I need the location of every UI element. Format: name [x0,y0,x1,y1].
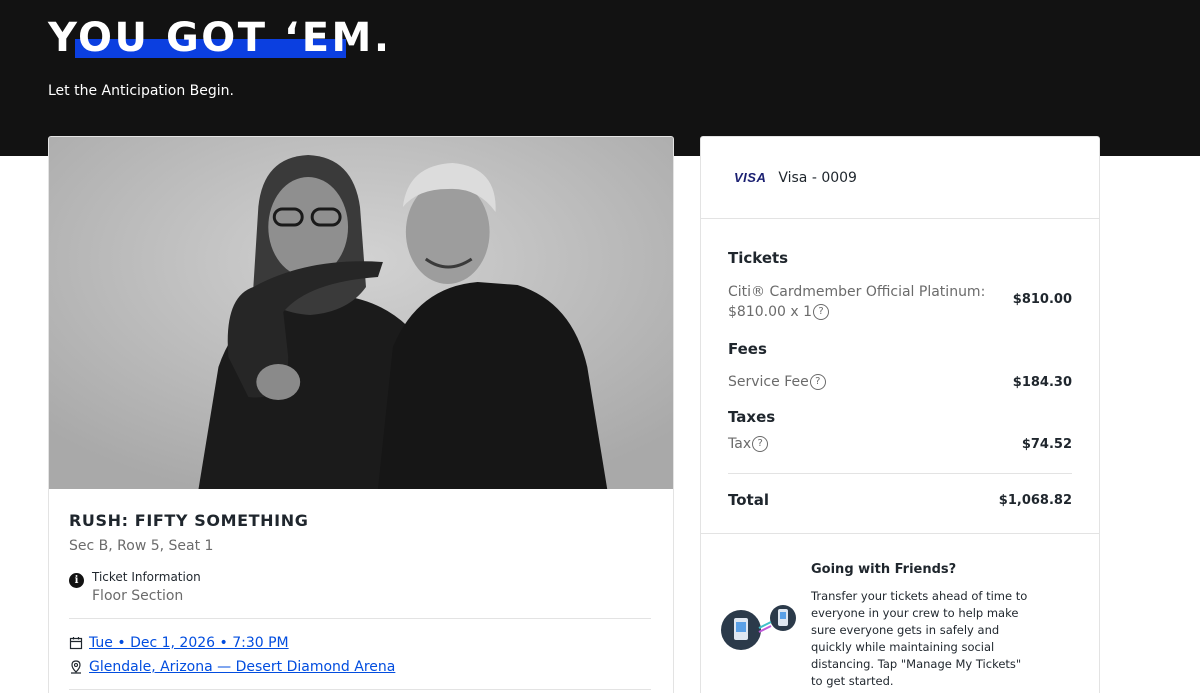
price-breakdown: Tickets Citi® Cardmember Official Platin… [701,249,1099,509]
seat-info: Sec B, Row 5, Seat 1 [69,538,214,554]
ticket-information: i Ticket Information Floor Section [69,570,653,604]
event-venue-row: Glendale, Arizona — Desert Diamond Arena [69,659,653,675]
ticket-info-label: Ticket Information [92,570,201,584]
tax-label: Tax [728,436,752,452]
payment-method: VISA Visa - 0009 [701,137,1099,219]
event-details: RUSH: FIFTY SOMETHING Sec B, Row 5, Seat… [49,489,673,690]
ticket-information-text: Ticket Information Floor Section [92,570,201,604]
help-icon[interactable]: ? [752,436,769,452]
hero-title: YOU GOT ‘EM. [48,15,392,61]
total-label: Total [728,491,769,509]
divider [69,618,651,619]
event-date-link[interactable]: Tue • Dec 1, 2026 • 7:30 PM [89,635,289,651]
divider [728,473,1072,474]
hero-banner: YOU GOT ‘EM. Let the Anticipation Begin. [0,0,1200,156]
taxes-heading: Taxes [728,408,776,426]
ticket-price-qty-row: $810.00 x 1? [728,302,985,322]
ticket-amount: $810.00 [1012,292,1072,307]
tax-amount: $74.52 [1021,437,1072,452]
event-venue-link[interactable]: Glendale, Arizona — Desert Diamond Arena [89,659,395,675]
info-icon: i [69,573,84,588]
order-summary-card: VISA Visa - 0009 Tickets Citi® Cardmembe… [700,136,1100,693]
ticket-line-label: Citi® Cardmember Official Platinum: $810… [728,282,985,322]
friends-description: Transfer your tickets ahead of time to e… [811,589,1028,688]
service-fee-label-row: Service Fee? [728,372,826,392]
tickets-heading: Tickets [728,249,789,267]
visa-logo-icon: VISA [734,170,767,185]
ticket-line-item: Citi® Cardmember Official Platinum: $810… [728,282,1072,322]
ticket-type: Citi® Cardmember Official Platinum: [728,284,986,300]
service-fee-line: Service Fee? $184.30 [728,372,1072,392]
help-icon[interactable]: ? [813,304,829,320]
hero-subtitle: Let the Anticipation Begin. [48,83,234,99]
help-icon[interactable]: ? [809,374,826,390]
ticket-info-value: Floor Section [92,588,184,604]
event-date-row: Tue • Dec 1, 2026 • 7:30 PM [69,635,653,651]
going-with-friends: Going with Friends? Transfer your ticket… [701,534,1099,693]
ticket-transfer-illustration-icon [721,605,796,650]
ticket-price-qty: $810.00 x 1 [728,304,812,320]
friends-title: Going with Friends? [811,562,957,577]
calendar-icon [69,637,83,650]
payment-card-label: Visa - 0009 [778,169,857,186]
service-fee-amount: $184.30 [1012,375,1072,390]
total-amount: $1,068.82 [998,492,1072,508]
event-photo [49,137,673,489]
service-fee-label: Service Fee [728,374,809,390]
hero-title-wrap: YOU GOT ‘EM. [48,14,392,62]
tax-label-row: Tax? [728,434,769,454]
location-pin-icon [71,660,81,674]
event-card: RUSH: FIFTY SOMETHING Sec B, Row 5, Seat… [48,136,674,693]
fees-heading: Fees [728,340,767,358]
divider [69,689,651,690]
tax-line: Tax? $74.52 [728,434,1072,454]
event-title: RUSH: FIFTY SOMETHING [69,511,309,530]
total-row: Total $1,068.82 [728,491,1072,509]
